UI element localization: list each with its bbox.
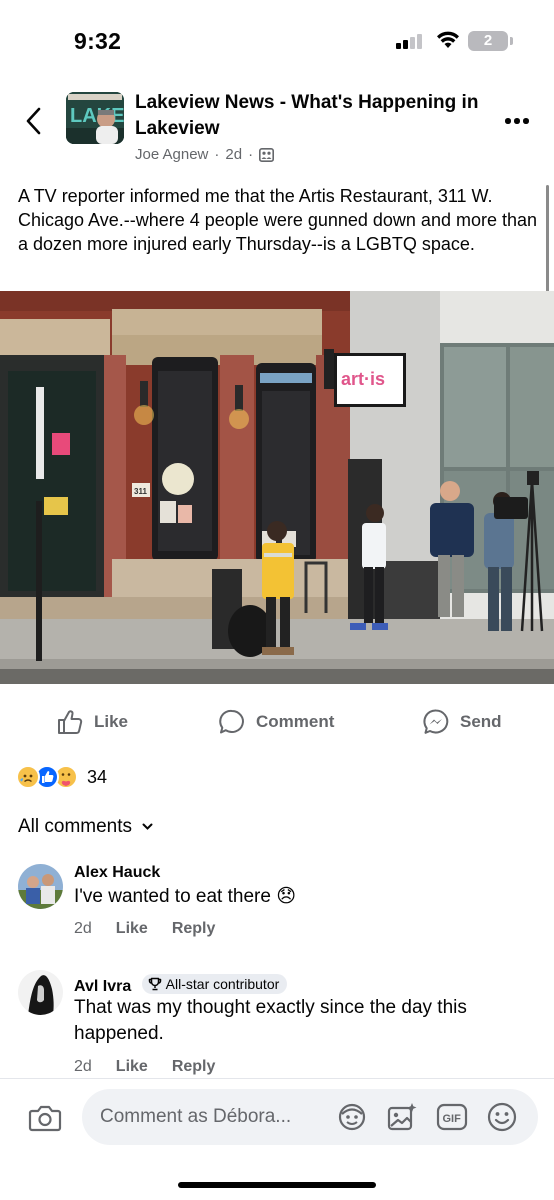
camera-icon[interactable] — [28, 1103, 62, 1133]
comment-author[interactable]: Alex Hauck — [74, 864, 160, 882]
back-chevron-icon[interactable] — [22, 106, 46, 136]
comment-text: That was my thought exactly since the da… — [74, 997, 467, 1044]
reactions-summary[interactable]: 34 — [16, 765, 107, 789]
comment-input[interactable] — [100, 1103, 320, 1131]
badge-label: All-star contributor — [165, 976, 280, 992]
post-author[interactable]: Joe Agnew — [135, 146, 208, 163]
avatar-sticker-icon[interactable] — [336, 1101, 368, 1133]
all-star-badge[interactable]: All-star contributor — [141, 974, 288, 994]
comment-age: 2d — [74, 1058, 92, 1075]
emoji-icon[interactable] — [486, 1101, 518, 1133]
svg-text:GIF: GIF — [443, 1113, 462, 1125]
photo-sparkle-icon[interactable] — [386, 1101, 418, 1133]
comment-like-button[interactable]: Like — [116, 1058, 148, 1076]
status-bar: 9:32 2 — [0, 0, 554, 80]
clock-time: 9:32 — [74, 28, 122, 54]
comments-filter-label: All comments — [18, 816, 133, 837]
thumbs-up-icon — [58, 710, 83, 734]
more-options-icon[interactable] — [505, 118, 535, 126]
reaction-count: 34 — [87, 766, 108, 787]
svg-text:LAKE: LAKE — [70, 105, 124, 127]
like-label: Like — [94, 712, 129, 731]
comment-text: I've wanted to eat there 😞 — [74, 886, 297, 907]
comments-filter-dropdown[interactable]: All comments — [18, 816, 153, 838]
comment-author-row: Avl Ivra All-star contributor — [74, 974, 288, 996]
commenter-avatar[interactable] — [18, 970, 63, 1015]
comment-box[interactable]: GIF — [82, 1089, 538, 1145]
cellular-signal-icon — [396, 33, 424, 49]
like-button[interactable]: Like — [56, 708, 128, 736]
post-meta: Joe Agnew · 2d · — [135, 146, 275, 163]
post-actions: Like Comment Send — [0, 702, 554, 746]
battery-tip — [510, 37, 513, 45]
home-indicator[interactable] — [178, 1182, 376, 1188]
chevron-down-icon — [142, 823, 153, 830]
wifi-icon — [437, 31, 459, 48]
comment-actions: 2d Like Reply — [74, 920, 215, 938]
comment-label: Comment — [256, 712, 335, 731]
post-age[interactable]: 2d — [225, 146, 242, 163]
sad-reaction-icon — [16, 765, 40, 789]
commenter-avatar[interactable] — [18, 864, 63, 909]
address-number: 311 — [134, 487, 147, 496]
comment-author[interactable]: Avl Ivra — [74, 978, 131, 995]
post-body: A TV reporter informed me that the Artis… — [18, 186, 538, 254]
storefront-sign-text: art·is — [341, 369, 385, 389]
messenger-icon — [423, 709, 449, 734]
battery-icon: 2 — [468, 31, 508, 51]
comment-button[interactable]: Comment — [218, 708, 334, 736]
send-label: Send — [460, 712, 502, 731]
group-audience-icon — [259, 147, 275, 162]
comment-actions: 2d Like Reply — [74, 1058, 215, 1076]
send-button[interactable]: Send — [422, 708, 502, 736]
storefront-photo: 311 art·is — [0, 291, 554, 684]
battery-level: 2 — [483, 32, 493, 49]
gif-icon[interactable]: GIF — [436, 1101, 468, 1133]
meta-separator: · — [214, 146, 220, 163]
comment-reply-button[interactable]: Reply — [172, 1058, 216, 1076]
comment-like-button[interactable]: Like — [116, 920, 148, 938]
meta-separator: · — [248, 146, 254, 163]
comment-reply-button[interactable]: Reply — [172, 920, 216, 938]
speech-bubble-icon — [219, 709, 244, 734]
page-title[interactable]: Lakeview News - What's Happening in Lake… — [135, 90, 485, 142]
trophy-icon — [148, 977, 161, 991]
comment-age: 2d — [74, 920, 92, 937]
page-avatar[interactable]: LAKE — [66, 92, 124, 144]
post-photo[interactable]: 311 art·is — [0, 291, 554, 684]
